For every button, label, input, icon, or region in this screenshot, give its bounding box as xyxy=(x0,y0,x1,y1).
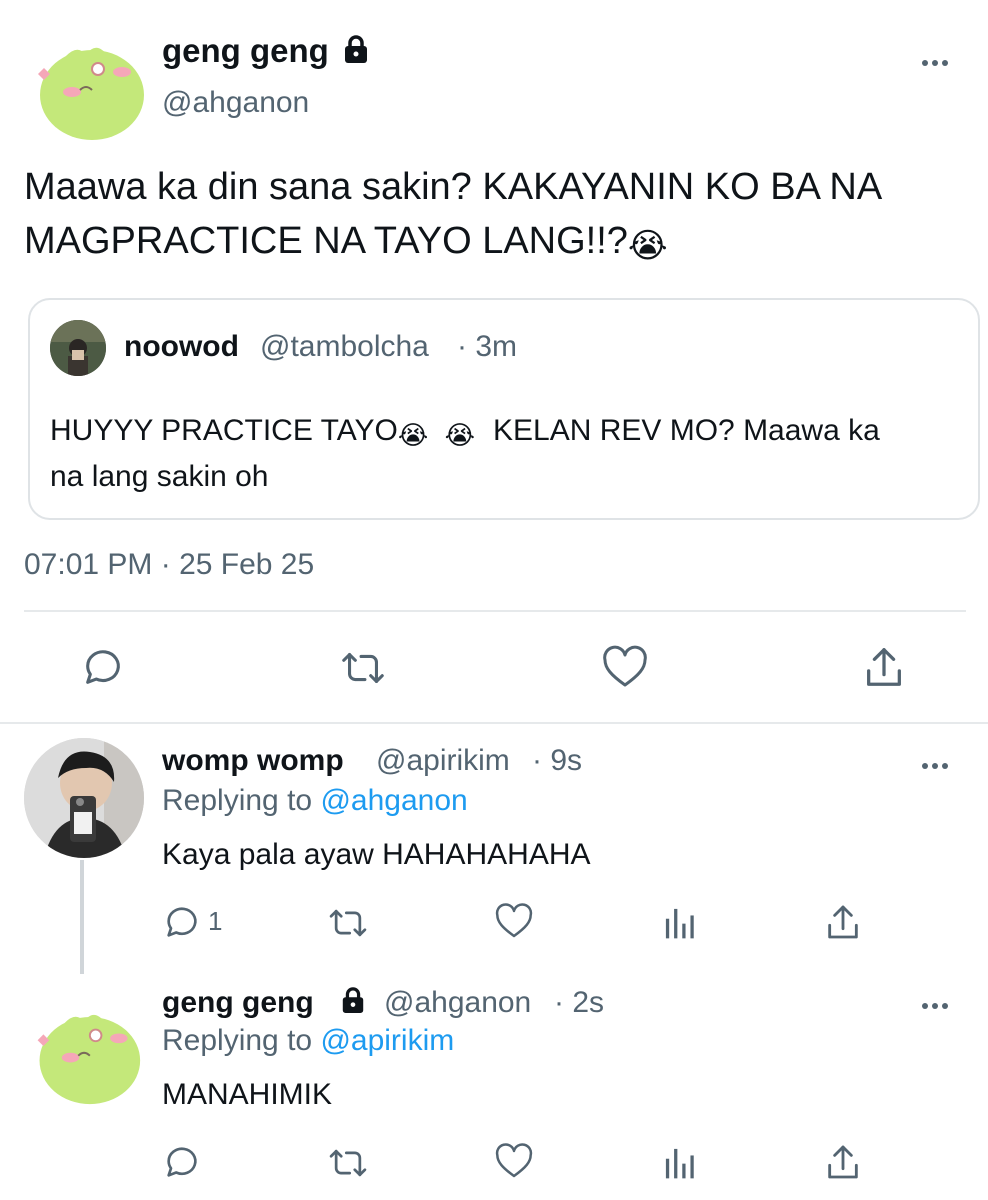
handle[interactable]: @apirikim xyxy=(376,744,510,778)
retweet-icon xyxy=(342,653,384,683)
share-button[interactable] xyxy=(824,902,862,942)
handle[interactable]: @ahganon xyxy=(384,986,531,1020)
heart-icon xyxy=(495,1143,533,1178)
display-name[interactable]: womp womp xyxy=(162,744,344,778)
reply-text: MANAHIMIK xyxy=(162,1078,333,1111)
avatar[interactable] xyxy=(26,988,144,1106)
share-button[interactable] xyxy=(862,644,906,690)
timestamp[interactable]: 07:01 PM · 25 Feb 25 xyxy=(24,548,314,582)
avatar[interactable] xyxy=(26,20,148,142)
reply-icon xyxy=(167,907,197,937)
replying-to-prefix: Replying to xyxy=(162,784,313,817)
share-icon xyxy=(828,1145,858,1179)
avatar-image xyxy=(24,738,144,858)
crying-emoji: 😭 xyxy=(444,420,475,450)
retweet-button[interactable] xyxy=(338,646,388,690)
avatar[interactable] xyxy=(24,738,144,858)
analytics-icon xyxy=(665,1148,694,1179)
thread-line xyxy=(80,860,84,974)
share-button[interactable] xyxy=(824,1142,862,1182)
reply-icon xyxy=(167,1147,197,1177)
main-tweet: geng geng @ahganon Maawa ka din sana sak… xyxy=(0,0,988,722)
replying-to-prefix: Replying to xyxy=(162,1024,313,1057)
reply-icon xyxy=(86,650,120,684)
divider xyxy=(24,610,966,612)
analytics-button[interactable] xyxy=(662,904,696,940)
replying-to: Replying to @apirikim xyxy=(162,1024,454,1058)
lock-icon xyxy=(342,34,370,64)
quoted-text-part1: HUYYY PRACTICE TAYO xyxy=(50,414,398,447)
quoted-avatar-image xyxy=(50,320,106,376)
lock-icon xyxy=(340,986,366,1014)
more-options-button[interactable] xyxy=(922,756,956,769)
quoted-avatar[interactable] xyxy=(50,320,106,376)
tweet-text-line2: MAGPRACTICE NA TAYO LANG!!?😭 xyxy=(24,214,984,273)
quoted-text-line1: HUYYY PRACTICE TAYO😭 😭 KELAN REV MO? Maaw… xyxy=(50,410,950,456)
replying-to: Replying to @ahganon xyxy=(162,784,468,818)
retweet-icon xyxy=(329,1149,367,1177)
tweet-text: Maawa ka din sana sakin? KAKAYANIN KO BA… xyxy=(24,160,984,273)
reply-count: 1 xyxy=(208,906,223,936)
quoted-age: · 3m xyxy=(457,330,517,363)
reply-button[interactable] xyxy=(162,902,202,942)
handle[interactable]: @ahganon xyxy=(162,86,309,120)
more-options-button[interactable] xyxy=(922,996,956,1009)
display-name[interactable]: geng geng xyxy=(162,986,314,1020)
post-age: · 9s xyxy=(532,744,583,777)
tweet-text-line1: Maawa ka din sana sakin? KAKAYANIN KO BA… xyxy=(24,166,883,208)
quoted-handle[interactable]: @tambolcha xyxy=(260,330,429,364)
post-age: · 2s xyxy=(554,986,605,1019)
avatar-image xyxy=(26,988,144,1106)
quoted-tweet-card[interactable]: noowod @tambolcha · 3m HUYYY PRACTICE TA… xyxy=(28,298,980,520)
crying-emoji: 😭 xyxy=(627,227,668,265)
display-name[interactable]: geng geng xyxy=(162,32,329,70)
avatar-image xyxy=(27,21,147,141)
tweet-text-line2-content: MAGPRACTICE NA TAYO LANG!!? xyxy=(24,220,628,262)
reply-tweet: geng geng @ahganon · 2s Replying to @api… xyxy=(0,974,988,1200)
quoted-display-name[interactable]: noowod xyxy=(124,330,239,364)
more-options-button[interactable] xyxy=(922,53,956,66)
quoted-text-part2: KELAN REV MO? Maawa ka xyxy=(492,414,880,447)
like-button[interactable] xyxy=(494,1142,534,1180)
replying-to-link[interactable]: @apirikim xyxy=(320,1024,454,1057)
reply-text: Kaya pala ayaw HAHAHAHAHA xyxy=(162,838,591,871)
analytics-icon xyxy=(665,908,694,939)
heart-icon xyxy=(495,903,533,938)
crying-emoji: 😭 xyxy=(397,420,429,450)
quoted-text: HUYYY PRACTICE TAYO😭 😭 KELAN REV MO? Maaw… xyxy=(50,410,950,498)
retweet-icon xyxy=(329,909,367,937)
analytics-button[interactable] xyxy=(662,1144,696,1180)
reply-tweet: womp womp @apirikim · 9s Replying to @ah… xyxy=(0,724,988,974)
quoted-text-line2: na lang sakin oh xyxy=(50,460,269,493)
reply-button[interactable] xyxy=(80,644,126,690)
heart-icon xyxy=(603,645,647,687)
share-icon xyxy=(867,648,901,686)
retweet-button[interactable] xyxy=(326,1144,370,1182)
like-button[interactable] xyxy=(494,902,534,940)
like-button[interactable] xyxy=(601,644,649,690)
reply-button[interactable] xyxy=(162,1142,202,1182)
replying-to-link[interactable]: @ahganon xyxy=(320,784,467,817)
retweet-button[interactable] xyxy=(326,904,370,942)
share-icon xyxy=(828,905,858,939)
